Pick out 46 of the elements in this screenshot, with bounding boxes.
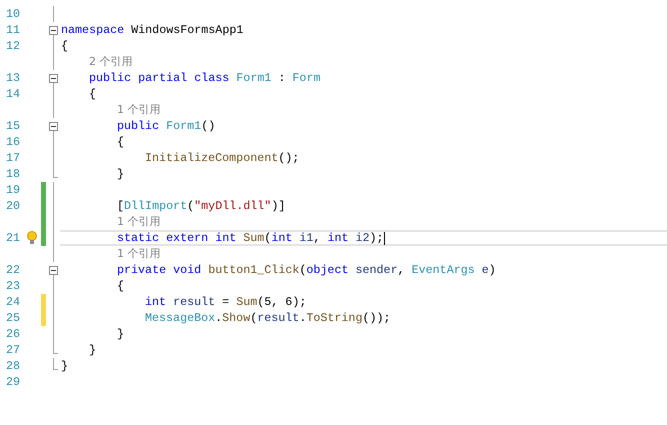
code-line: { [89, 86, 96, 102]
reference-count-link[interactable]: 1 个引用 [117, 214, 160, 230]
code-line: } [117, 166, 124, 182]
code-line: } [117, 326, 124, 342]
code-line: } [61, 358, 68, 374]
line-number: 25 [4, 310, 20, 326]
code-line: [DllImport("myDll.dll")] [117, 198, 286, 214]
code-line: public Form1() [117, 118, 216, 134]
line-number: 26 [4, 326, 20, 342]
lightbulb-icon[interactable] [27, 231, 37, 245]
code-line: } [89, 342, 96, 358]
code-line: namespace WindowsFormsApp1 [61, 22, 244, 38]
line-number: 14 [4, 86, 20, 102]
code-line: { [117, 134, 124, 150]
line-number: 17 [4, 150, 20, 166]
line-number: 21 [4, 230, 20, 246]
reference-count-link[interactable]: 1 个引用 [117, 246, 160, 262]
line-number: 12 [4, 38, 20, 54]
code-line: int result = Sum(5, 6); [145, 294, 306, 310]
code-line: { [61, 38, 68, 54]
line-number: 18 [4, 166, 20, 182]
collapse-icon[interactable] [49, 122, 58, 130]
line-number: 23 [4, 278, 20, 294]
line-number: 11 [4, 22, 20, 38]
line-number: 22 [4, 262, 20, 278]
collapse-icon[interactable] [49, 74, 58, 82]
line-number: 29 [4, 374, 20, 390]
reference-count-link[interactable]: 2 个引用 [89, 54, 132, 70]
code-line: static extern int Sum(int i1, int i2); [117, 230, 384, 246]
line-number: 13 [4, 70, 20, 86]
reference-count-link[interactable]: 1 个引用 [117, 102, 160, 118]
collapse-icon[interactable] [49, 26, 58, 34]
code-line: { [117, 278, 124, 294]
line-number: 19 [4, 182, 20, 198]
code-line: InitializeComponent(); [145, 150, 300, 166]
code-line: public partial class Form1 : Form [89, 70, 320, 86]
line-number: 16 [4, 134, 20, 150]
line-number: 10 [4, 6, 20, 22]
line-number: 28 [4, 358, 20, 374]
code-line: MessageBox.Show(result.ToString()); [145, 310, 391, 326]
line-number: 27 [4, 342, 20, 358]
line-number: 20 [4, 198, 20, 214]
line-number: 24 [4, 294, 20, 310]
code-line: private void button1_Click(object sender, EventArgs e) [117, 262, 496, 278]
collapse-icon[interactable] [49, 266, 58, 274]
line-number: 15 [4, 118, 20, 134]
